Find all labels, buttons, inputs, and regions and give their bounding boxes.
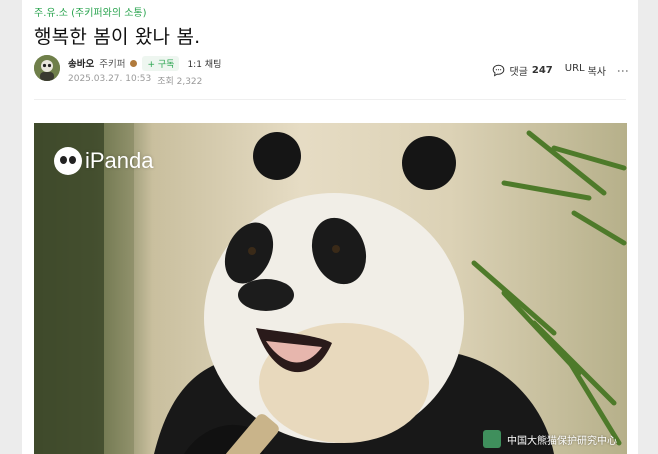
avatar-image: [34, 55, 60, 81]
comment-count: 247: [531, 65, 553, 76]
logo-text: iPanda: [85, 148, 154, 173]
watermark-text: 中国大熊猫保护研究中心: [507, 435, 617, 447]
post-actions: 댓글 247 URL 복사 ⋮: [492, 63, 630, 78]
url-label: URL: [564, 63, 585, 74]
divider: [34, 99, 626, 100]
panda-logo-icon: [54, 147, 82, 175]
page-title: 행복한 봄이 왔나 봄.: [34, 26, 201, 48]
comment-button[interactable]: 댓글 247: [492, 63, 553, 78]
url-copy-button[interactable]: URL 복사: [565, 63, 606, 78]
breadcrumb[interactable]: 주.유.소 (주키퍼와의 소통): [34, 4, 147, 19]
author-row: 송바오 주키퍼 + 구독 1:1 채팅: [68, 55, 224, 71]
subscribe-button[interactable]: + 구독: [142, 55, 180, 71]
author-grade: 주키퍼: [99, 59, 126, 70]
post-image[interactable]: iPanda 中国大熊猫保护研究中心: [34, 123, 627, 454]
post-views: 조회 2,322: [157, 77, 203, 87]
watermark: 中国大熊猫保护研究中心: [483, 430, 617, 448]
comment-icon: [493, 64, 505, 77]
copy-label: 복사: [587, 67, 606, 78]
post-meta: 2025.03.27. 10:53 조회 2,322: [68, 74, 202, 87]
comment-label: 댓글: [509, 67, 528, 78]
ipanda-logo: iPanda: [54, 147, 154, 175]
author-nickname[interactable]: 송바오: [68, 56, 94, 70]
chat-button[interactable]: 1:1 채팅: [184, 56, 224, 71]
grade-icon: [130, 59, 138, 67]
avatar[interactable]: [34, 55, 60, 81]
post-date: 2025.03.27. 10:53: [68, 74, 152, 84]
post-page: 주.유.소 (주키퍼와의 소통) 행복한 봄이 왔나 봄. 송바오 주키퍼 + …: [22, 0, 638, 454]
more-options-icon[interactable]: ⋮: [616, 65, 630, 76]
watermark-badge-icon: [483, 430, 501, 448]
